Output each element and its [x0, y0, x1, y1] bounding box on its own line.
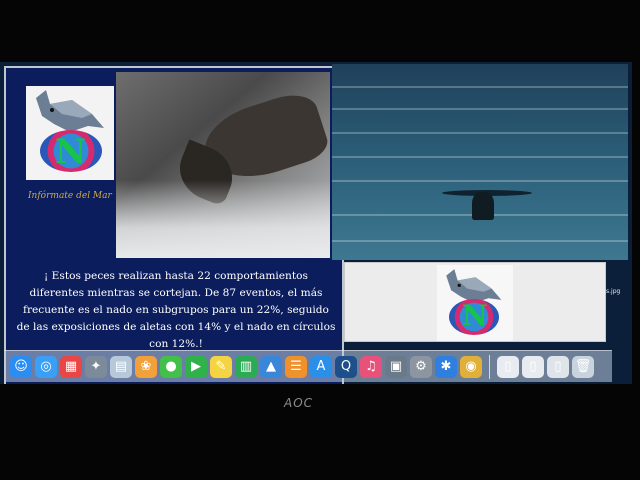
facetime-icon[interactable]: ▶: [185, 355, 207, 378]
file-label[interactable]: s.jpg: [606, 288, 620, 295]
screen: N Infórmate del Mar ¡ Estos peces realiz…: [0, 62, 632, 384]
photos-icon[interactable]: ❀: [135, 355, 157, 378]
document-icon[interactable]: ▯: [497, 355, 519, 378]
app-store-icon[interactable]: A: [310, 355, 332, 378]
trash-icon[interactable]: 🗑: [572, 355, 594, 378]
ibooks-icon[interactable]: ☰: [285, 355, 307, 378]
launchpad-icon[interactable]: ✦: [85, 355, 107, 378]
shark-video[interactable]: [332, 64, 628, 260]
monitor-brand: AOC: [284, 396, 314, 410]
dock: ☺ ◎ ▦ ✦ ▤ ❀ ● ▶ ✎ ▥ ▲ ☰ A Q ♫ ▣ ⚙ ✱ ◉ ▯ ▯ ▯ 🗑: [4, 350, 612, 382]
bluetooth-icon[interactable]: ✱: [435, 355, 457, 378]
sysprefs-small-icon[interactable]: ▣: [385, 355, 407, 378]
slide-caption: ¡ Estos peces realizan hasta 22 comporta…: [16, 270, 336, 350]
calendar-icon[interactable]: ▦: [60, 355, 82, 378]
panel-logo: N: [437, 265, 513, 341]
logo-letters: N: [55, 132, 87, 172]
notes-icon[interactable]: ✎: [210, 355, 232, 378]
chrome-icon[interactable]: ◉: [460, 355, 482, 378]
preview-icon[interactable]: ▤: [110, 355, 132, 378]
slide-window[interactable]: N Infórmate del Mar ¡ Estos peces realiz…: [4, 66, 344, 384]
quicktime-icon[interactable]: Q: [335, 355, 357, 378]
finder-icon[interactable]: ☺: [10, 355, 32, 378]
messages-icon[interactable]: ●: [160, 355, 182, 378]
panel-logo-letters: N: [462, 299, 488, 332]
logo: N: [26, 86, 114, 180]
itunes-icon[interactable]: ♫: [360, 355, 382, 378]
slogan: Infórmate del Mar: [28, 191, 112, 201]
monitor-bezel: N Infórmate del Mar ¡ Estos peces realiz…: [0, 0, 640, 480]
shark-fin: [472, 192, 494, 220]
downloads-icon[interactable]: ▯: [547, 355, 569, 378]
document-2-icon[interactable]: ▯: [522, 355, 544, 378]
numbers-icon[interactable]: ▥: [235, 355, 257, 378]
system-preferences-icon[interactable]: ⚙: [410, 355, 432, 378]
safari-icon[interactable]: ◎: [35, 355, 57, 378]
image-panel[interactable]: N: [344, 262, 606, 342]
dock-separator: [489, 354, 490, 379]
keynote-icon[interactable]: ▲: [260, 355, 282, 378]
dolphin-photo: [116, 72, 330, 258]
